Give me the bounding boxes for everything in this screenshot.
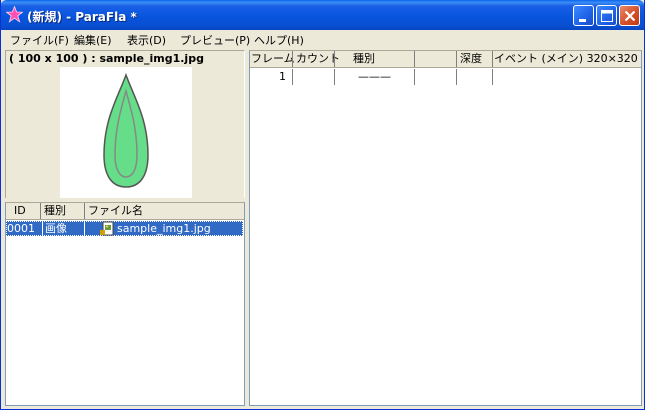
timeline-panel[interactable]: フレーム カウント 種別 深度 イベント (メイン) 320×320 1 ——— [249, 50, 642, 406]
title-bar[interactable]: (新規) - ParaFla * [1, 0, 644, 30]
maximize-icon [601, 10, 613, 22]
column-divider [84, 221, 86, 236]
column-header-event[interactable]: イベント (メイン) 320×320 [492, 51, 641, 67]
asset-row-selected[interactable]: 0001 画像 sample_img1.jpg [6, 221, 243, 236]
preview-canvas [60, 67, 192, 198]
frame-event [492, 69, 499, 85]
main-window: (新規) - ParaFla * ファイル(F) 編集(E) 表示(D) プレビ… [0, 0, 645, 410]
green-leaf-drop-image [103, 72, 149, 188]
column-header-depth[interactable]: 深度 [456, 51, 492, 67]
column-header-blank[interactable] [414, 51, 456, 67]
menu-view[interactable]: 表示(D) [127, 32, 166, 48]
menu-preview[interactable]: プレビュー(P) [180, 32, 250, 48]
frame-depth [456, 69, 492, 85]
frame-blank [414, 69, 456, 85]
menu-bar: ファイル(F) 編集(E) 表示(D) プレビュー(P) ヘルプ(H) [4, 30, 642, 48]
asset-type: 画像 [42, 221, 67, 236]
frame-number: 1 [279, 70, 286, 83]
menu-help[interactable]: ヘルプ(H) [254, 32, 304, 48]
close-icon [624, 10, 636, 22]
window-title: (新規) - ParaFla * [27, 10, 137, 24]
column-header-frame[interactable]: フレーム [250, 51, 295, 67]
timeline-header: フレーム カウント 種別 深度 イベント (メイン) 320×320 [250, 51, 641, 68]
maximize-button[interactable] [596, 5, 617, 26]
menu-file[interactable]: ファイル(F) [10, 32, 69, 48]
image-preview-panel: ( 100 x 100 ) : sample_img1.jpg [5, 50, 245, 198]
column-header-type[interactable]: 種別 [40, 203, 84, 219]
column-header-filename[interactable]: ファイル名 [84, 203, 244, 219]
asset-list-header: ID 種別 ファイル名 [6, 203, 244, 220]
asset-filename: sample_img1.jpg [117, 222, 211, 235]
minimize-icon [579, 19, 586, 22]
asset-id: 0001 [7, 222, 35, 235]
column-header-count[interactable]: カウント [292, 51, 340, 67]
column-header-kind[interactable]: 種別 [334, 51, 414, 67]
frame-count [292, 69, 334, 85]
menu-edit[interactable]: 編集(E) [74, 32, 112, 48]
minimize-button[interactable] [573, 5, 594, 26]
preview-caption: ( 100 x 100 ) : sample_img1.jpg [9, 52, 204, 65]
frame-kind-marker: ——— [334, 69, 414, 85]
column-header-id[interactable]: ID [6, 203, 40, 219]
star-icon [6, 6, 23, 23]
close-button[interactable] [619, 5, 640, 26]
image-file-icon [100, 221, 114, 236]
asset-list-panel[interactable]: ID 種別 ファイル名 0001 画像 sample_img1.jpg [5, 202, 245, 406]
timeline-row[interactable]: 1 ——— [250, 69, 641, 85]
